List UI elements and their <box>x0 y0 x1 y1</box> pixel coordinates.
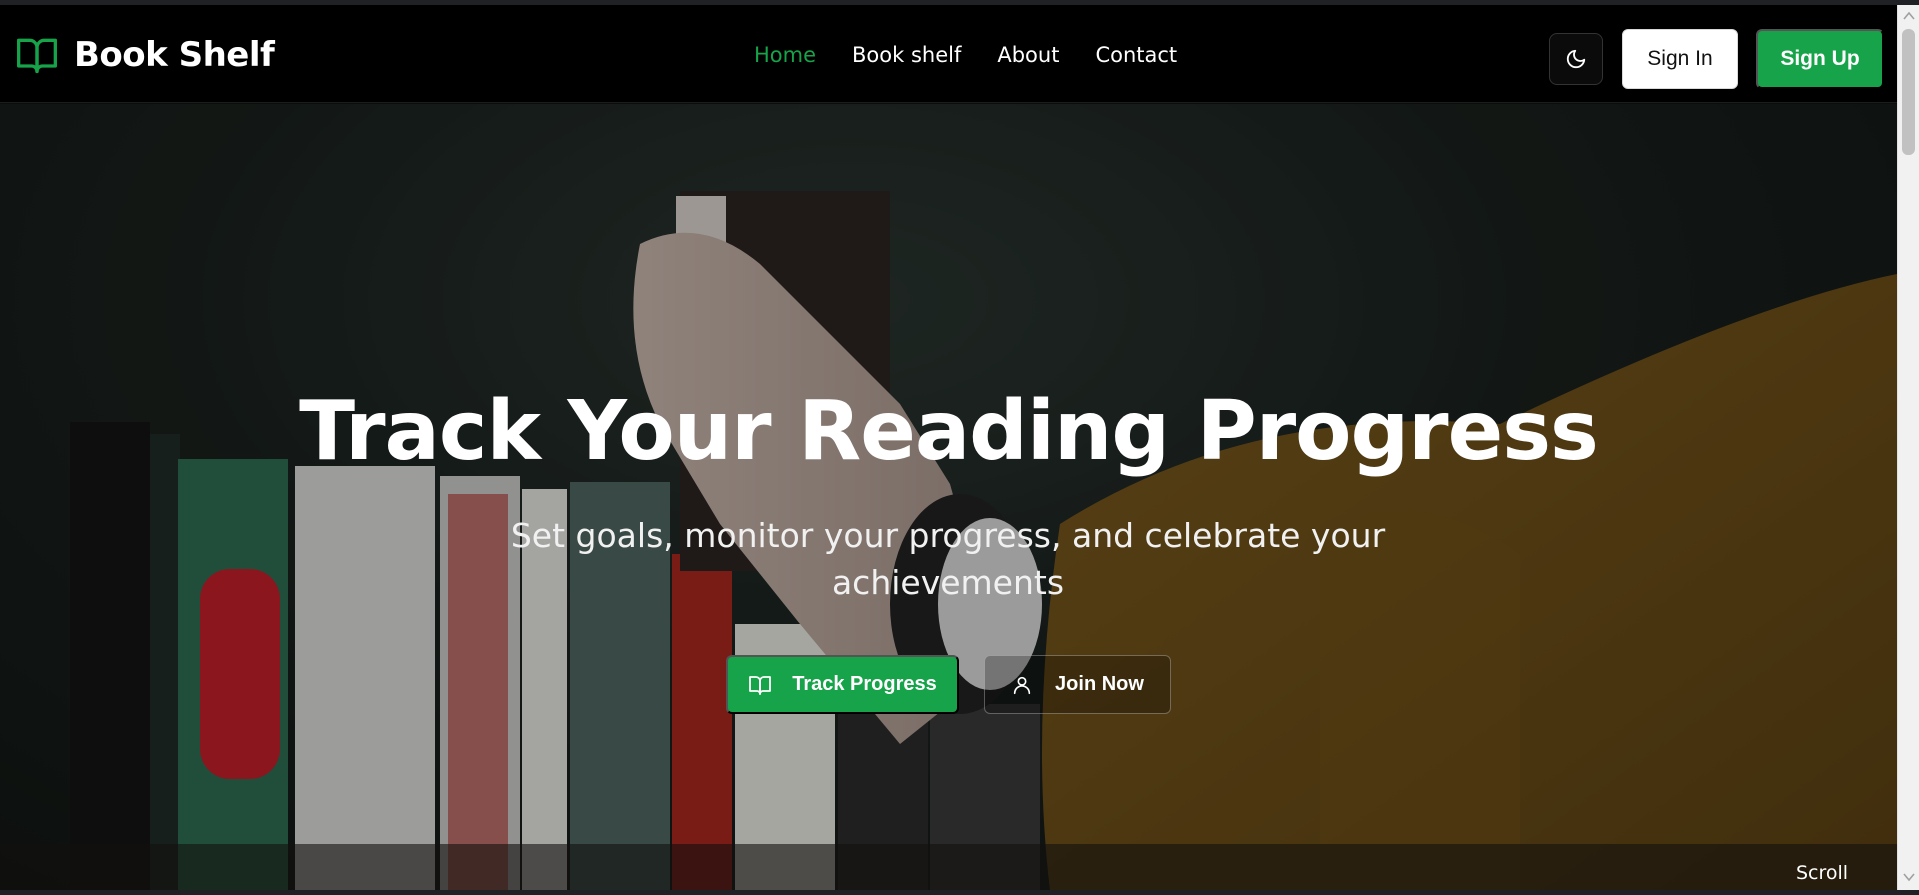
track-progress-button[interactable]: Track Progress <box>726 655 959 714</box>
open-book-icon <box>749 675 772 695</box>
hero-section: Track Your Reading Progress Set goals, m… <box>0 104 1897 890</box>
nav-link-book-shelf[interactable]: Book shelf <box>852 43 961 67</box>
nav-link-home[interactable]: Home <box>754 43 816 67</box>
open-book-icon <box>17 38 57 74</box>
join-now-label: Join Now <box>1055 673 1144 695</box>
scroll-down-arrow-icon[interactable] <box>1903 872 1915 882</box>
main-nav: Home Book shelf About Contact <box>754 43 1177 67</box>
page-scrollbar[interactable] <box>1897 5 1919 890</box>
browser-bottom-edge <box>0 890 1919 895</box>
track-progress-label: Track Progress <box>792 673 937 695</box>
hero-overlay <box>0 104 1897 890</box>
user-icon <box>1013 676 1031 694</box>
hero-title: Track Your Reading Progress <box>299 384 1599 479</box>
navbar: Book Shelf Home Book shelf About Contact… <box>0 5 1897 103</box>
page: Book Shelf Home Book shelf About Contact… <box>0 5 1897 890</box>
browser-viewport: Book Shelf Home Book shelf About Contact… <box>0 0 1919 895</box>
brand-logo[interactable]: Book Shelf <box>14 33 275 77</box>
theme-toggle-button[interactable] <box>1549 33 1603 85</box>
sign-up-button[interactable]: Sign Up <box>1756 29 1884 89</box>
sign-in-button[interactable]: Sign In <box>1622 29 1738 89</box>
hero-subtitle: Set goals, monitor your progress, and ce… <box>510 516 1386 602</box>
join-now-button[interactable]: Join Now <box>984 655 1171 714</box>
nav-link-contact[interactable]: Contact <box>1095 43 1177 67</box>
scroll-indicator[interactable]: Scroll <box>1796 862 1848 884</box>
brand-name: Book Shelf <box>74 35 275 75</box>
nav-link-about[interactable]: About <box>997 43 1059 67</box>
scroll-up-arrow-icon[interactable] <box>1903 11 1915 21</box>
moon-icon <box>1566 49 1586 69</box>
scroll-thumb[interactable] <box>1902 29 1915 155</box>
